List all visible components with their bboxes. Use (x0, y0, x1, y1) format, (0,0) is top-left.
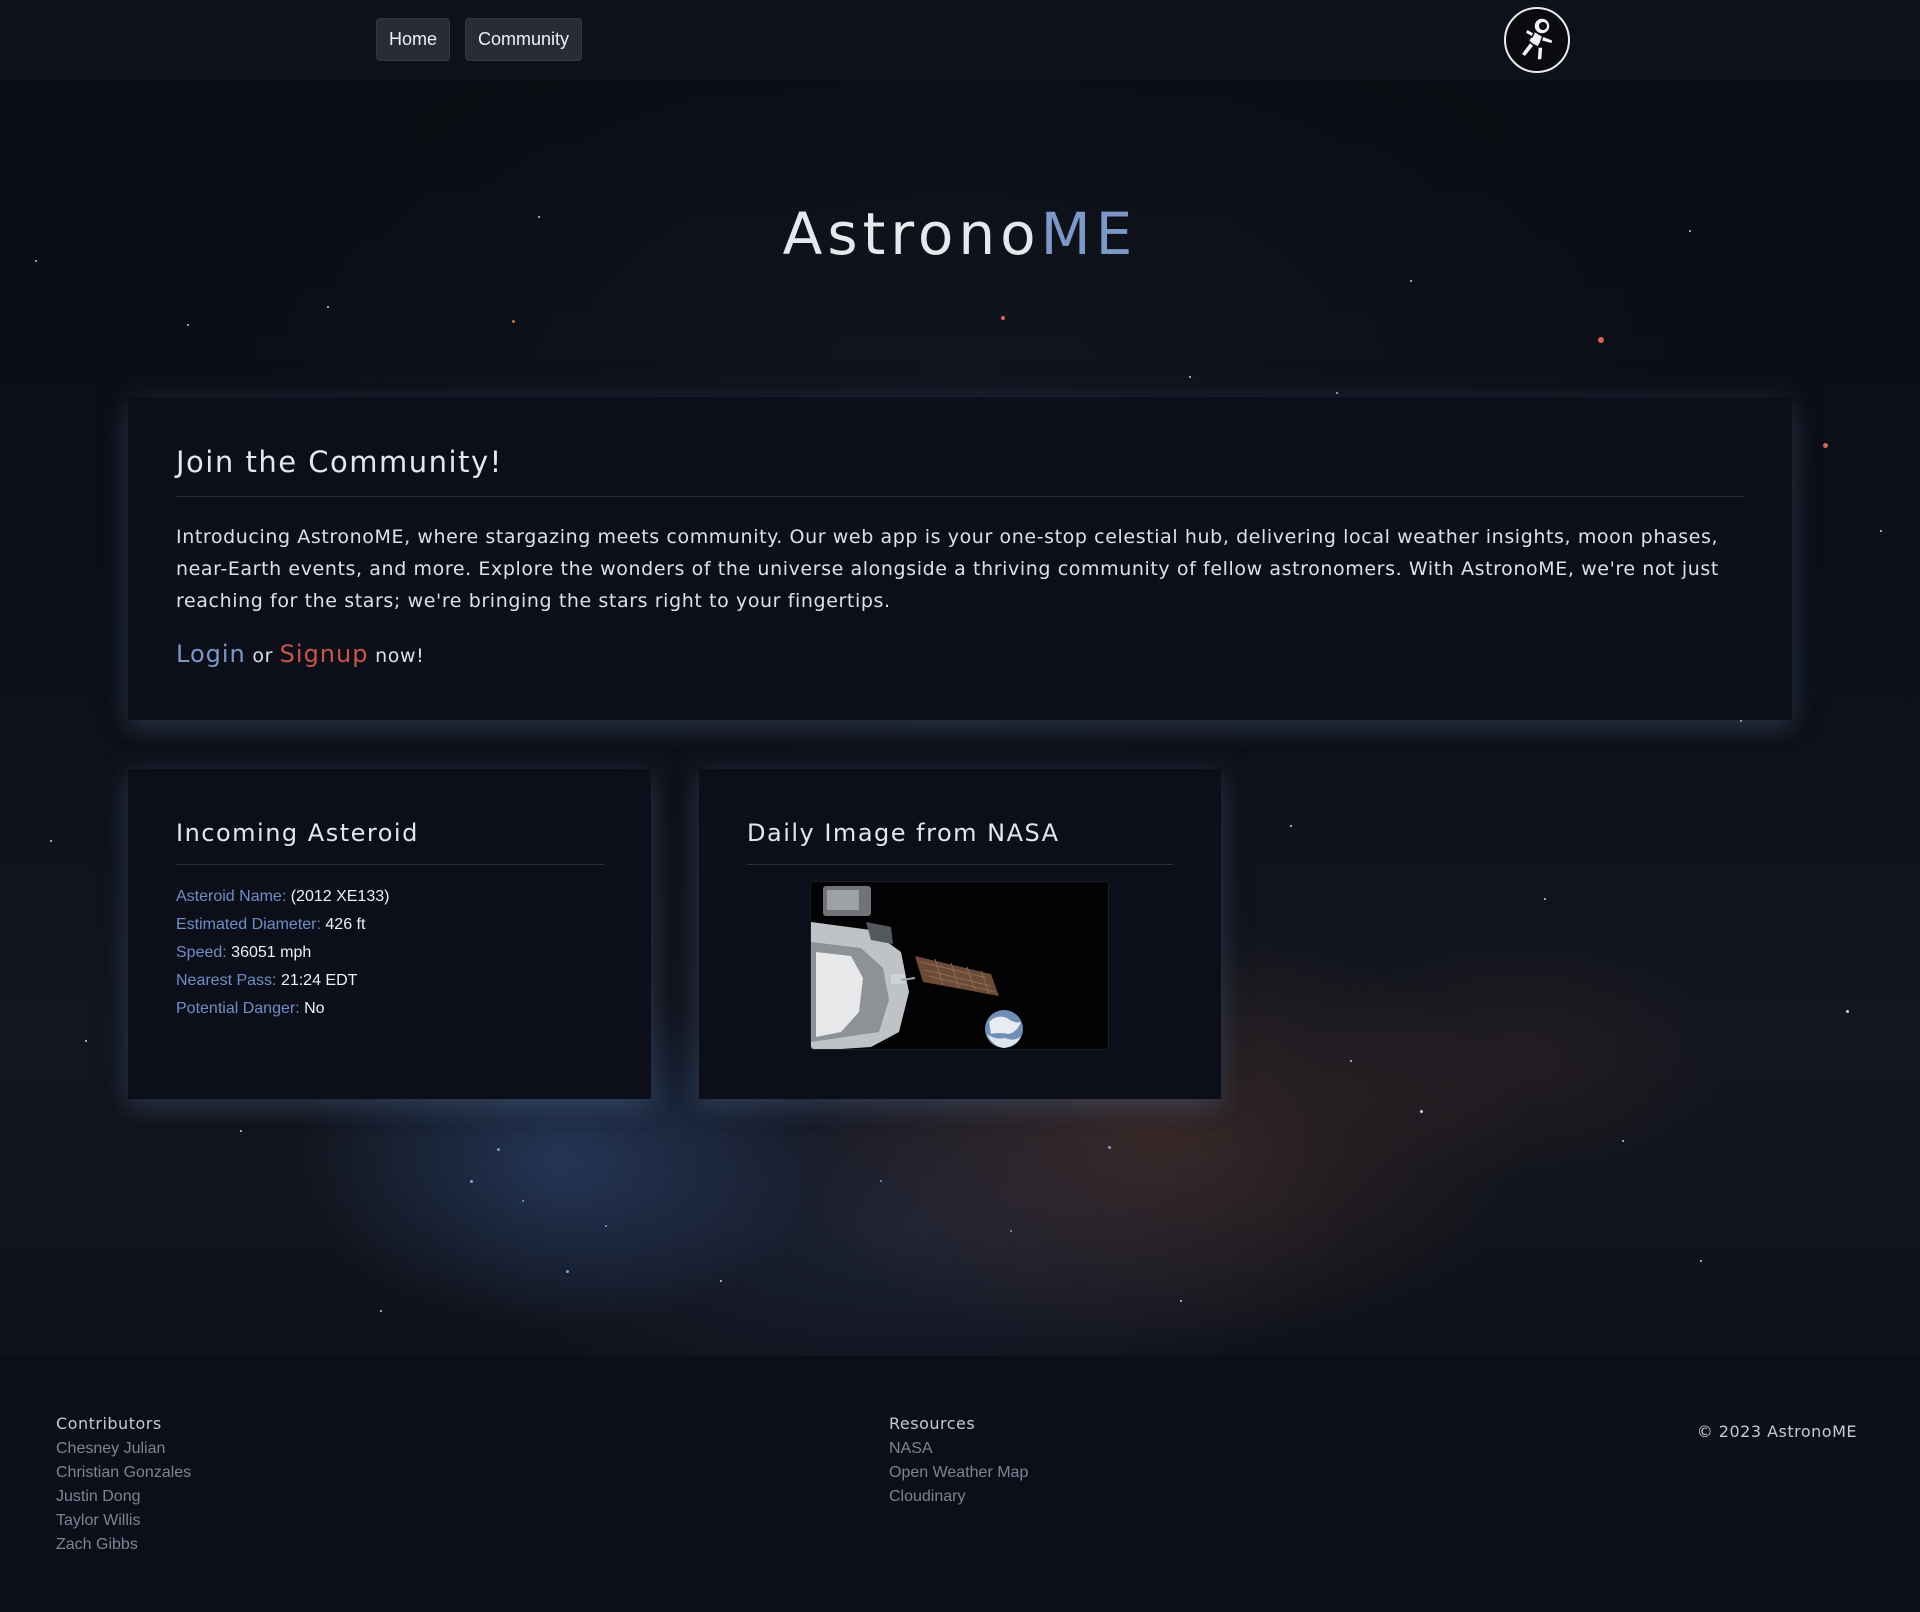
asteroid-name-label: Asteroid Name: (176, 888, 287, 905)
asteroid-pass-row: Nearest Pass: 21:24 EDT (176, 967, 389, 995)
nav-home-button[interactable]: Home (376, 18, 451, 61)
join-cta: Login or Signup now! (176, 640, 424, 668)
resources-heading: Resources (889, 1414, 976, 1433)
contributor-link[interactable]: Chesney Julian (56, 1437, 191, 1461)
contributor-link[interactable]: Taylor Willis (56, 1509, 191, 1533)
site-title-accent: ME (1040, 200, 1138, 268)
contributors-heading: Contributors (56, 1414, 162, 1433)
asteroid-name-row: Asteroid Name: (2012 XE133) (176, 883, 389, 911)
join-description: Introducing AstronoME, where stargazing … (176, 526, 1719, 612)
resource-link-cloudinary[interactable]: Cloudinary (889, 1485, 1028, 1509)
resource-link-open-weather-map[interactable]: Open Weather Map (889, 1461, 1028, 1485)
incoming-asteroid-card: Incoming Asteroid Asteroid Name: (2012 X… (128, 769, 651, 1099)
nav-community-button[interactable]: Community (465, 18, 583, 61)
site-title: AstronoME (0, 200, 1920, 268)
login-link[interactable]: Login (176, 640, 246, 668)
or-text: or (252, 645, 274, 667)
asteroid-speed-label: Speed: (176, 944, 227, 961)
asteroid-speed-row: Speed: 36051 mph (176, 939, 389, 967)
nasa-divider (747, 864, 1173, 865)
asteroid-pass-label: Nearest Pass: (176, 972, 277, 989)
asteroid-divider (176, 864, 604, 865)
footer-resources: Resources NASA Open Weather Map Cloudina… (889, 1414, 1028, 1509)
asteroid-name-value: (2012 XE133) (290, 888, 390, 905)
asteroid-details: Asteroid Name: (2012 XE133) Estimated Di… (176, 883, 389, 1023)
join-title: Join the Community! (176, 445, 503, 479)
astronaut-logo-graphic (1519, 17, 1554, 61)
join-divider (176, 496, 1744, 497)
asteroid-diameter-row: Estimated Diameter: 426 ft (176, 911, 389, 939)
resource-link-nasa[interactable]: NASA (889, 1437, 1028, 1461)
spacecraft-earth-image (811, 882, 1108, 1049)
asteroid-speed-value: 36051 mph (231, 944, 312, 961)
contributor-link[interactable]: Zach Gibbs (56, 1533, 191, 1557)
now-text: now! (375, 645, 425, 667)
top-navbar: Home Community (0, 0, 1920, 80)
signup-link[interactable]: Signup (280, 640, 369, 668)
nasa-daily-image-card: Daily Image from NASA (699, 769, 1221, 1099)
asteroid-danger-label: Potential Danger: (176, 1000, 300, 1017)
contributor-link[interactable]: Christian Gonzales (56, 1461, 191, 1485)
asteroid-title: Incoming Asteroid (176, 819, 419, 847)
site-title-main: Astrono (782, 200, 1041, 268)
footer: Contributors Chesney Julian Christian Go… (0, 1356, 1920, 1612)
asteroid-diameter-label: Estimated Diameter: (176, 916, 321, 933)
copyright-text: © 2023 AstronoME (1696, 1422, 1857, 1441)
asteroid-diameter-value: 426 ft (325, 916, 366, 933)
contributor-link[interactable]: Justin Dong (56, 1485, 191, 1509)
footer-contributors: Contributors Chesney Julian Christian Go… (56, 1414, 191, 1557)
asteroid-danger-row: Potential Danger: No (176, 995, 389, 1023)
asteroid-danger-value: No (304, 1000, 325, 1017)
join-community-card: Join the Community! Introducing AstronoM… (128, 397, 1792, 720)
nasa-daily-image[interactable] (810, 881, 1109, 1050)
asteroid-pass-value: 21:24 EDT (280, 972, 358, 989)
page: Home Community AstronoME Join the Commun… (0, 0, 1920, 1612)
nasa-title: Daily Image from NASA (747, 819, 1060, 847)
astronaut-icon[interactable] (1504, 7, 1570, 73)
